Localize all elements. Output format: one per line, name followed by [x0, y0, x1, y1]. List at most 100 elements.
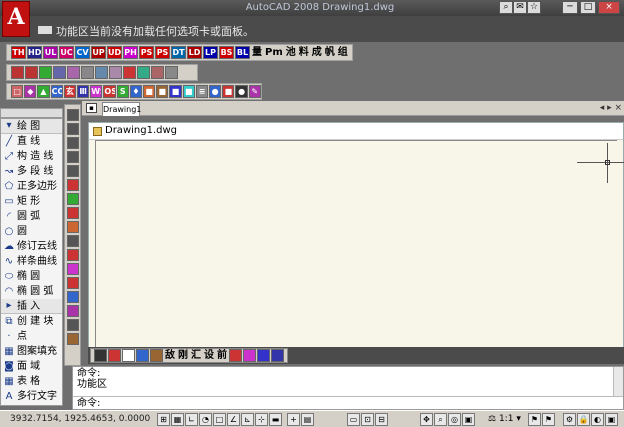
toolbar-button[interactable]: ■	[143, 85, 156, 98]
vertical-tool-icon[interactable]	[66, 137, 79, 149]
vertical-tool-icon[interactable]	[66, 109, 79, 121]
model-space-icon[interactable]: ▭	[347, 413, 360, 426]
toolbar-button[interactable]: ●	[235, 85, 248, 98]
search-icon[interactable]: ⌕	[499, 1, 513, 14]
toolbar-button[interactable]: S	[116, 85, 129, 98]
undo-icon[interactable]	[53, 66, 66, 79]
toolbar-button[interactable]: CO	[50, 85, 63, 98]
showmotion-icon[interactable]: ▣	[462, 413, 475, 426]
bottom-tool-button[interactable]: 刚	[177, 349, 189, 362]
layout1-icon[interactable]: ⊡	[361, 413, 374, 426]
panel-item[interactable]: ⧉ 创 建 块	[1, 314, 62, 329]
snap-mode-icon[interactable]: ⊞	[157, 413, 170, 426]
lock-icon[interactable]: 🔒	[577, 413, 590, 426]
zoom-icon[interactable]: ⌕	[434, 413, 447, 426]
layout2-icon[interactable]: ⊟	[375, 413, 388, 426]
toolbar-button[interactable]: OS	[103, 85, 116, 98]
toolbar-button[interactable]: LP	[203, 46, 218, 59]
toolbar-button[interactable]: BL	[235, 46, 250, 59]
vertical-tool-icon[interactable]	[66, 151, 79, 163]
toolbar-button[interactable]: BS	[219, 46, 234, 59]
favorites-icon[interactable]: ☆	[527, 1, 541, 14]
toolbar-button[interactable]: UD	[107, 46, 122, 59]
dynamic-ucs-icon[interactable]: ⊾	[241, 413, 254, 426]
toolbar-button[interactable]: UP	[91, 46, 106, 59]
toolbar-button[interactable]: ✎	[248, 85, 261, 98]
toolbar-button[interactable]: ■	[169, 85, 182, 98]
panel-item[interactable]: ⬭ 椭 圆	[1, 269, 62, 284]
bottom-tool-button[interactable]: 汇	[190, 349, 202, 362]
command-input[interactable]: 命令:	[73, 396, 623, 410]
panel-item[interactable]: · 点	[1, 329, 62, 344]
annotation-scale[interactable]: ⚖ 1:1 ▾	[488, 413, 521, 426]
vertical-tool-icon[interactable]	[66, 333, 79, 345]
bottom-tool-icon[interactable]	[108, 349, 121, 362]
model-icon[interactable]: +	[287, 413, 300, 426]
toolbar-button[interactable]: CV	[75, 46, 90, 59]
panel-item[interactable]: ╱ 直 线	[1, 134, 62, 149]
communication-icon[interactable]: ✉	[513, 1, 527, 14]
panel-item[interactable]: ○ 圆	[1, 224, 62, 239]
lineweight-icon[interactable]: ▬	[269, 413, 282, 426]
toolbar-button[interactable]: ≡	[195, 85, 209, 98]
tab-controls[interactable]: ◂ ▸ ×	[600, 102, 622, 114]
bottom-tool-icon[interactable]	[94, 349, 107, 362]
toolbar-button[interactable]: ■	[182, 85, 195, 98]
vertical-tool-icon[interactable]	[66, 207, 79, 219]
bottom-tool-icon[interactable]	[229, 349, 242, 362]
toolbar-button[interactable]: DT	[171, 46, 186, 59]
panel-item[interactable]: ⤢ 构 造 线	[1, 149, 62, 164]
vertical-tool-icon[interactable]	[66, 277, 79, 289]
properties-icon[interactable]	[123, 66, 136, 79]
steering-wheel-icon[interactable]: ◎	[448, 413, 461, 426]
application-menu-button[interactable]: A	[2, 1, 30, 37]
toolbar-button[interactable]: 成	[311, 46, 323, 59]
ortho-mode-icon[interactable]: ∟	[185, 413, 198, 426]
toolbar-button[interactable]: PS	[139, 46, 154, 59]
toolbar-button[interactable]: 帆	[324, 46, 336, 59]
toolbar-button[interactable]: WS	[90, 85, 103, 98]
panel-item[interactable]: ∿ 样条曲线	[1, 254, 62, 269]
panel-item[interactable]: ☁ 修订云线	[1, 239, 62, 254]
bottom-tool-button[interactable]: 设	[203, 349, 215, 362]
panel-item[interactable]: ↝ 多 段 线	[1, 164, 62, 179]
bottom-tool-icon[interactable]	[136, 349, 149, 362]
layers-icon[interactable]	[137, 66, 150, 79]
annotation-visibility-icon[interactable]: ⚑	[528, 413, 541, 426]
bottom-tool-icon[interactable]	[150, 349, 163, 362]
command-window[interactable]: 命令: 功能区 命令:	[72, 366, 624, 410]
clean-screen-icon[interactable]: ▣	[605, 413, 618, 426]
vertical-tool-icon[interactable]	[66, 249, 79, 261]
toolbar-button[interactable]: PH	[123, 46, 138, 59]
coordinate-readout[interactable]: 3932.7154, 1925.4653, 0.0000	[10, 414, 150, 424]
toolbar-button[interactable]: ◆	[24, 85, 37, 98]
bottom-tool-button[interactable]: 敌	[164, 349, 176, 362]
maximize-button[interactable]: □	[580, 1, 596, 14]
command-scrollbar[interactable]	[613, 367, 623, 396]
bottom-tool-icon[interactable]	[271, 349, 284, 362]
panel-item[interactable]: ▭ 矩 形	[1, 194, 62, 209]
zoom-icon[interactable]	[39, 66, 52, 79]
workspace-switch-icon[interactable]: ⚙	[563, 413, 576, 426]
toolbar-button[interactable]: ♦	[129, 85, 143, 98]
toolbar-button[interactable]: ■	[222, 85, 235, 98]
grid-display-icon[interactable]: ▦	[171, 413, 184, 426]
vertical-tool-icon[interactable]	[66, 193, 79, 205]
toolbar-button[interactable]: Pm	[264, 46, 284, 59]
insert-section-header[interactable]: ▸ 插 入	[1, 299, 62, 314]
drawing-window[interactable]: Drawing1.dwg	[88, 122, 624, 348]
toolbar-button[interactable]: TH	[11, 46, 26, 59]
vertical-tool-icon[interactable]	[66, 235, 79, 247]
toolbar-button[interactable]: □	[11, 85, 24, 98]
vertical-tool-icon[interactable]	[66, 319, 79, 331]
tab-drawing1[interactable]: Drawing1	[102, 102, 141, 116]
close-button[interactable]: ×	[598, 1, 620, 14]
toolbar-button[interactable]: UL	[43, 46, 58, 59]
quick-properties-icon[interactable]: ▤	[301, 413, 314, 426]
toolbar-button[interactable]: ■	[156, 85, 169, 98]
ribbon-toggle[interactable]	[38, 26, 52, 34]
new-tab-icon[interactable]: ▪	[86, 103, 97, 113]
panel-item[interactable]: ▦ 图案填充	[1, 344, 62, 359]
toolbar-button[interactable]: 玄	[63, 85, 77, 98]
panel-item[interactable]: ◠ 椭 圆 弧	[1, 284, 62, 299]
